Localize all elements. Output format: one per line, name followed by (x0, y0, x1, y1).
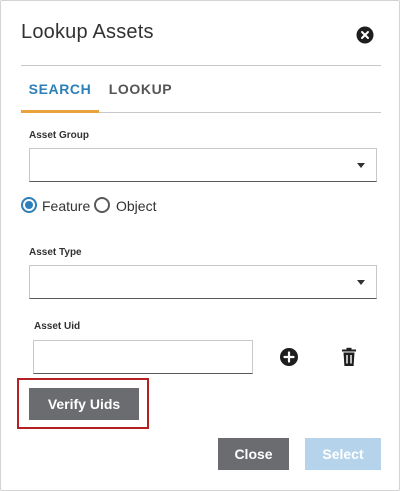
lookup-assets-dialog: Lookup Assets SEARCH LOOKUP Asset Group … (0, 0, 400, 491)
plus-circle-icon[interactable] (279, 347, 299, 367)
asset-group-label: Asset Group (29, 130, 90, 141)
asset-type-label: Asset Type (29, 247, 82, 258)
radio-feature-label[interactable]: Feature (42, 197, 90, 215)
chevron-down-icon (357, 280, 365, 285)
trash-icon[interactable] (339, 347, 359, 367)
close-icon[interactable] (356, 26, 374, 44)
asset-uid-label: Asset Uid (34, 321, 81, 332)
dialog-title: Lookup Assets (21, 21, 154, 43)
asset-group-select[interactable] (29, 148, 377, 182)
tab-lookup[interactable]: LOOKUP (103, 66, 178, 110)
asset-type-select[interactable] (29, 265, 377, 299)
radio-feature[interactable] (21, 197, 37, 213)
chevron-down-icon (357, 163, 365, 168)
radio-object[interactable] (94, 197, 110, 213)
tab-search[interactable]: SEARCH (21, 66, 99, 113)
tab-bar: SEARCH LOOKUP (21, 66, 381, 113)
verify-uids-button[interactable]: Verify Uids (29, 388, 139, 420)
select-button[interactable]: Select (305, 438, 381, 470)
radio-object-label[interactable]: Object (116, 197, 156, 215)
asset-uid-input[interactable] (33, 340, 253, 374)
close-button[interactable]: Close (218, 438, 289, 470)
